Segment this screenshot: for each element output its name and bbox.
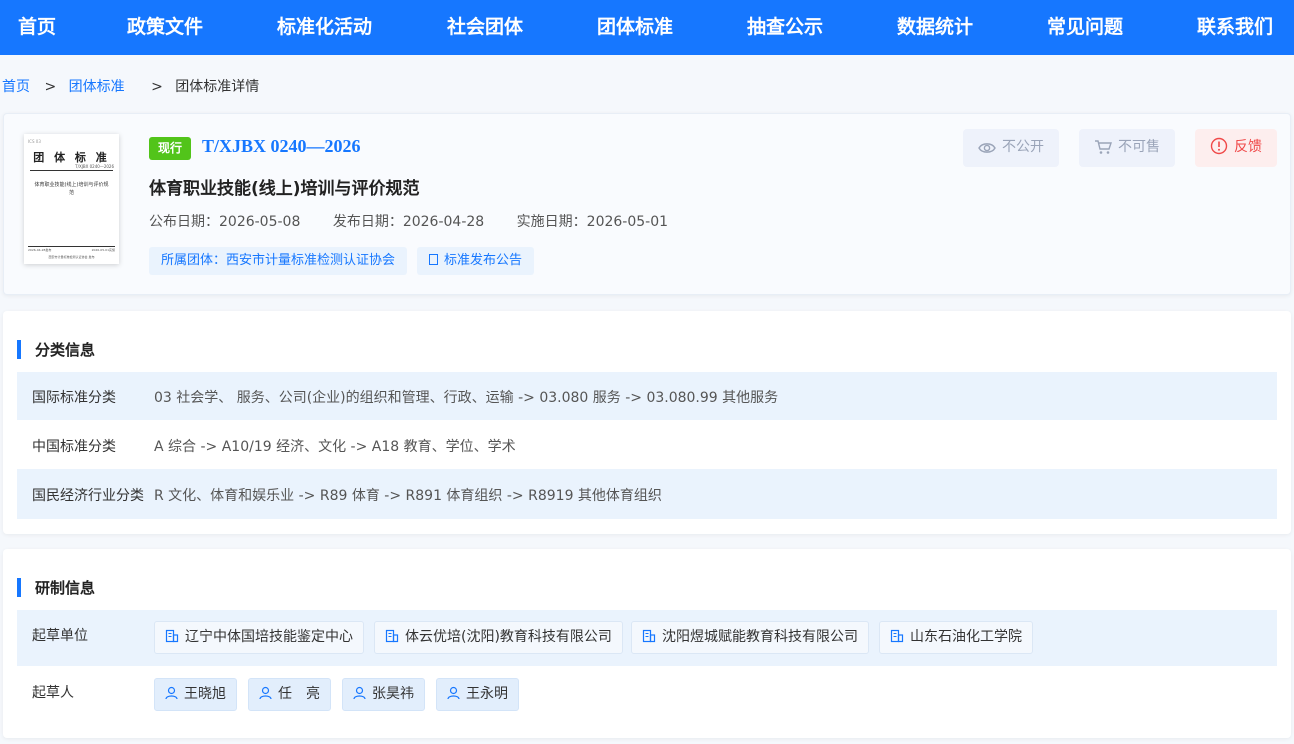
nav-item-home[interactable]: 首页 — [18, 0, 56, 55]
publish-date: 发布日期：2026-04-28 — [332, 214, 485, 230]
status-badge: 现行 — [149, 137, 191, 160]
drafting-unit-chip[interactable]: 体云优培(沈阳)教育科技有限公司 — [374, 621, 623, 654]
breadcrumb-home[interactable]: 首页 — [2, 79, 30, 95]
standard-cover-thumbnail[interactable]: ICS 03 团 体 标 准 T/XJBX 0240—2026 体育职业技能(线… — [24, 134, 119, 264]
classification-row-industry: 国民经济行业分类 R 文化、体育和娱乐业 -> R89 体育 -> R891 体… — [17, 469, 1277, 519]
cover-code: T/XJBX 0240—2026 — [75, 164, 114, 169]
classification-row-international: 国际标准分类 03 社会学、 服务、公司(企业)的组织和管理、行政、运输 -> … — [17, 372, 1277, 420]
classification-card: 分类信息 国际标准分类 03 社会学、 服务、公司(企业)的组织和管理、行政、运… — [3, 311, 1291, 534]
not-public-button[interactable]: 不公开 — [963, 129, 1059, 167]
nav-item-standardization[interactable]: 标准化活动 — [277, 0, 372, 55]
drafter-chip[interactable]: 任 亮 — [248, 678, 331, 711]
row-label: 国民经济行业分类 — [32, 488, 144, 504]
breadcrumb-separator: > — [151, 79, 163, 95]
building-icon — [890, 629, 904, 643]
top-navigation: 首页 政策文件 标准化活动 社会团体 团体标准 抽查公示 数据统计 常见问题 联… — [0, 0, 1294, 55]
row-label: 中国标准分类 — [32, 439, 116, 455]
drafting-unit-chip[interactable]: 沈阳煜城赋能教育科技有限公司 — [631, 621, 869, 654]
breadcrumb-separator: > — [44, 79, 57, 95]
cover-publish-date: 2026-04-28发布 — [28, 248, 52, 252]
drafting-units-row: 起草单位 辽宁中体国培技能鉴定中心 体云优培(沈阳)教育科技有限公司 沈阳煜城赋… — [17, 610, 1277, 666]
drafting-heading: 研制信息 — [17, 577, 95, 598]
document-icon — [429, 254, 438, 265]
row-value: A 综合 -> A10/19 经济、文化 -> A18 教育、学位、学术 — [154, 439, 516, 455]
row-label: 国际标准分类 — [32, 390, 116, 406]
not-for-sale-button[interactable]: 不可售 — [1079, 129, 1175, 167]
nav-item-faq[interactable]: 常见问题 — [1047, 0, 1123, 55]
user-icon — [259, 686, 272, 700]
alert-icon — [1210, 137, 1228, 155]
nav-item-statistics[interactable]: 数据统计 — [897, 0, 973, 55]
cart-icon — [1095, 140, 1112, 154]
drafting-people-row: 起草人 王晓旭 任 亮 张昊祎 王永明 — [17, 666, 1277, 722]
announce-date: 公布日期：2026-05-08 — [149, 214, 301, 230]
classification-row-china: 中国标准分类 A 综合 -> A10/19 经济、文化 -> A18 教育、学位… — [17, 420, 1277, 469]
standard-title: 体育职业技能(线上)培训与评价规范 — [149, 179, 420, 199]
building-icon — [642, 629, 656, 643]
cover-org: 西安市计量标准检测认证协会 发布 — [48, 255, 95, 259]
building-icon — [385, 629, 399, 643]
drafting-card: 研制信息 起草单位 辽宁中体国培技能鉴定中心 体云优培(沈阳)教育科技有限公司 … — [3, 549, 1291, 738]
cover-standard-name: 体育职业技能(线上)培训与评价规范 — [34, 182, 109, 196]
nav-item-social-groups[interactable]: 社会团体 — [447, 0, 523, 55]
breadcrumb-current: 团体标准详情 — [175, 79, 260, 95]
org-tag[interactable]: 所属团体：西安市计量标准检测认证协会 — [149, 247, 408, 275]
nav-item-inspection[interactable]: 抽查公示 — [747, 0, 823, 55]
standard-summary-card: ICS 03 团 体 标 准 T/XJBX 0240—2026 体育职业技能(线… — [3, 113, 1291, 295]
row-value: R 文化、体育和娱乐业 -> R89 体育 -> R891 体育组织 -> R8… — [154, 488, 662, 504]
cover-dates: 2026-04-28发布 2026-05-01实施 — [28, 246, 115, 252]
drafter-chip[interactable]: 王晓旭 — [154, 678, 237, 711]
user-icon — [165, 686, 178, 700]
units-label: 起草单位 — [32, 628, 88, 644]
eye-icon — [978, 143, 996, 153]
breadcrumb: 首页 > 团体标准 > 团体标准详情 — [2, 76, 259, 96]
standard-dates: 公布日期：2026-05-08 发布日期：2026-04-28 实施日期：202… — [149, 211, 696, 231]
cover-heading: 团 体 标 准 — [33, 151, 110, 164]
feedback-button[interactable]: 反馈 — [1195, 129, 1277, 167]
drafter-chip[interactable]: 张昊祎 — [342, 678, 425, 711]
user-icon — [447, 686, 460, 700]
standard-code: T/XJBX 0240—2026 — [202, 136, 361, 156]
implement-date: 实施日期：2026-05-01 — [516, 214, 669, 230]
classification-heading: 分类信息 — [17, 339, 95, 360]
people-label: 起草人 — [32, 685, 74, 701]
cover-ics: ICS 03 — [28, 139, 41, 144]
cover-implement-date: 2026-05-01实施 — [91, 248, 115, 252]
drafting-unit-chip[interactable]: 辽宁中体国培技能鉴定中心 — [154, 621, 364, 654]
nav-item-contact[interactable]: 联系我们 — [1197, 0, 1273, 55]
nav-item-policy[interactable]: 政策文件 — [127, 0, 203, 55]
row-value: 03 社会学、 服务、公司(企业)的组织和管理、行政、运输 -> 03.080 … — [154, 390, 779, 406]
drafting-unit-chip[interactable]: 山东石油化工学院 — [879, 621, 1033, 654]
cover-divider — [30, 170, 113, 171]
drafter-chip[interactable]: 王永明 — [436, 678, 519, 711]
breadcrumb-group-standards[interactable]: 团体标准 — [69, 79, 125, 95]
announcement-tag[interactable]: 标准发布公告 — [417, 247, 535, 275]
user-icon — [353, 686, 366, 700]
building-icon — [165, 629, 179, 643]
nav-item-group-standards[interactable]: 团体标准 — [597, 0, 673, 55]
